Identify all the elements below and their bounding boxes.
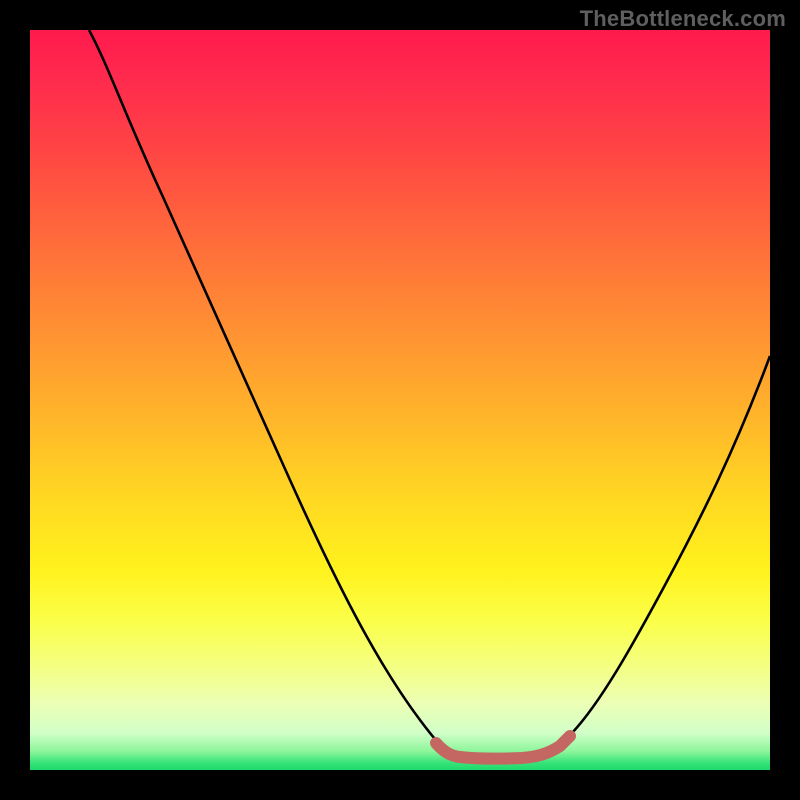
- chart-svg: [30, 30, 770, 770]
- chart-frame: TheBottleneck.com: [0, 0, 800, 800]
- optimal-flat-segment: [436, 736, 570, 759]
- watermark-text: TheBottleneck.com: [580, 6, 786, 32]
- bottleneck-curve: [89, 30, 770, 758]
- plot-area: [30, 30, 770, 770]
